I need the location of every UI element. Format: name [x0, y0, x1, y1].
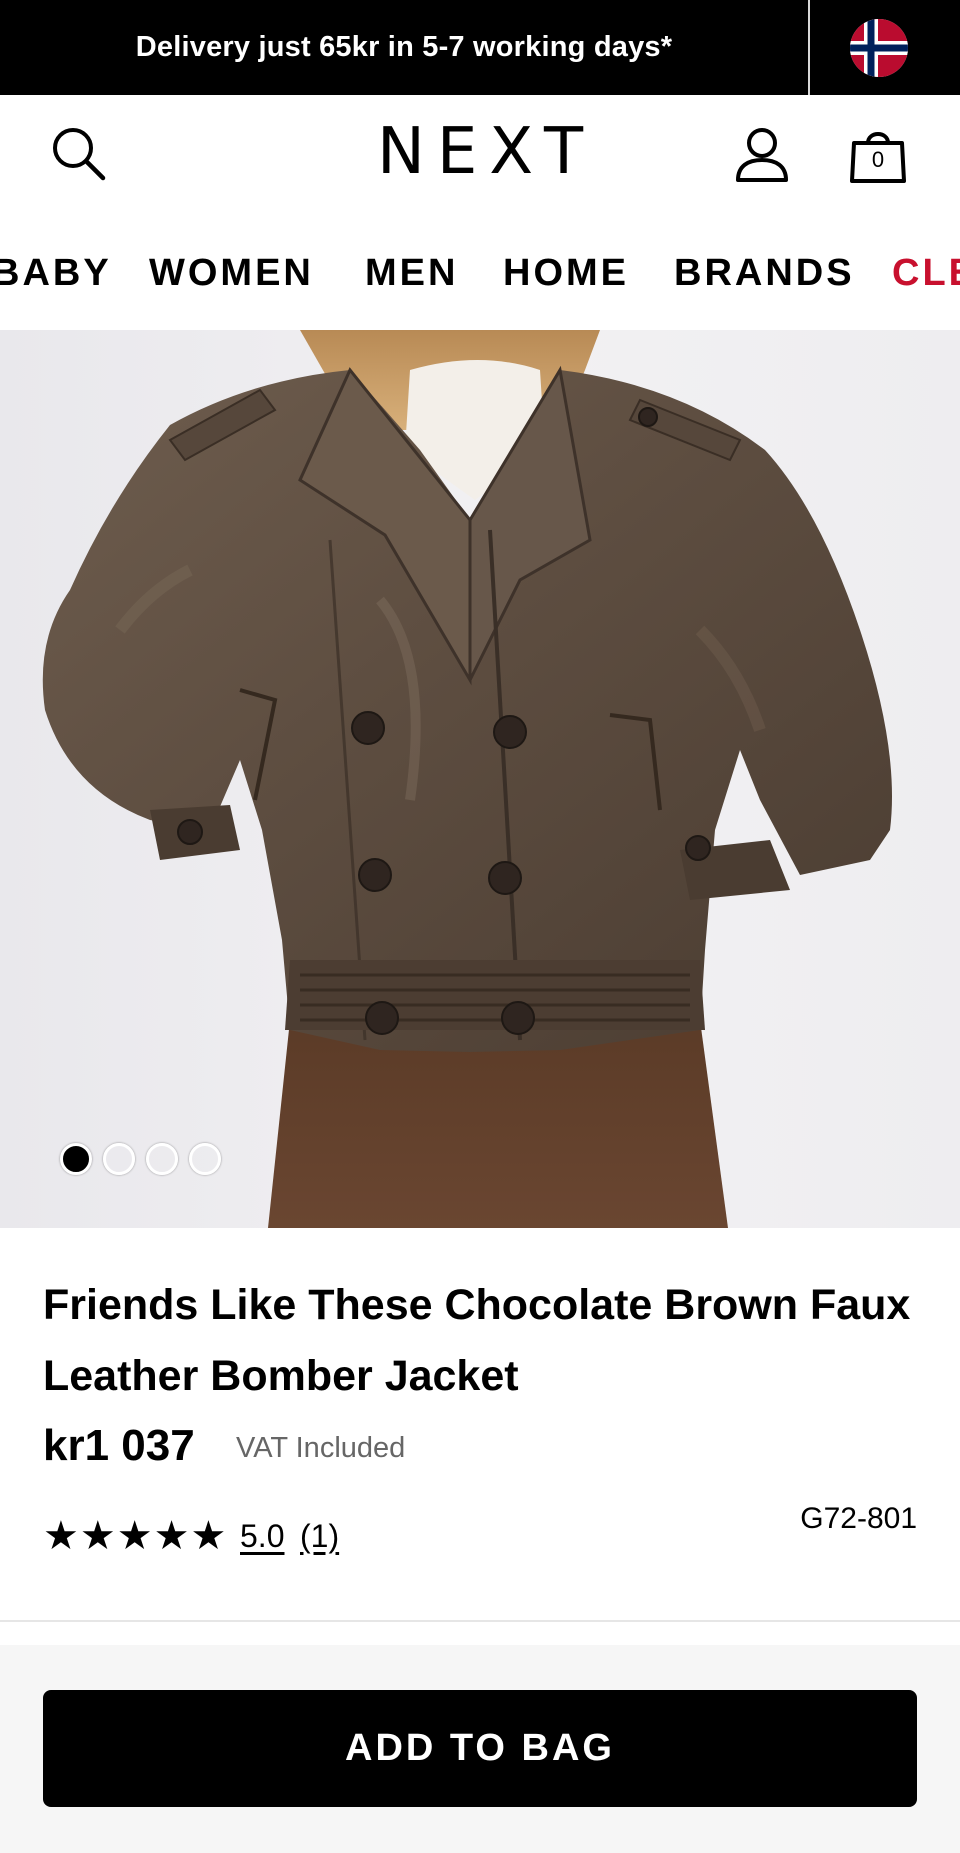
rating-stars[interactable]: ★ ★ ★ ★ ★ — [43, 1516, 226, 1556]
star-icon: ★ — [153, 1514, 190, 1558]
shopping-bag-icon[interactable]: 0 — [846, 123, 910, 187]
star-icon: ★ — [43, 1514, 79, 1558]
nav-item-home[interactable]: HOME — [503, 248, 629, 298]
nav-item-brands[interactable]: BRANDS — [674, 248, 855, 298]
add-to-bag-button[interactable]: ADD TO BAG — [43, 1690, 917, 1807]
product-price: kr1 037 — [43, 1421, 195, 1470]
gallery-dot-1[interactable] — [60, 1143, 92, 1175]
account-icon[interactable] — [730, 123, 794, 187]
section-divider — [0, 1620, 960, 1622]
vat-note: VAT Included — [236, 1432, 406, 1464]
review-count-link[interactable]: (1) — [300, 1518, 339, 1555]
gallery-dot-3[interactable] — [146, 1143, 178, 1175]
nav-item-women[interactable]: WOMEN — [149, 248, 314, 298]
gallery-dot-4[interactable] — [189, 1143, 221, 1175]
product-title: Friends Like These Chocolate Brown Faux … — [43, 1281, 911, 1400]
product-image[interactable] — [0, 330, 960, 1228]
gallery-pagination — [60, 1143, 221, 1177]
star-icon: ★ — [190, 1514, 227, 1558]
star-icon: ★ — [116, 1514, 153, 1558]
item-code: G72-801 — [800, 1502, 917, 1535]
next-logo[interactable]: NEXT — [0, 115, 960, 189]
norway-flag-icon[interactable] — [850, 19, 908, 77]
nav-item-men[interactable]: MEN — [365, 248, 458, 298]
site-header: NEXT 0 — [0, 95, 960, 213]
star-icon: ★ — [79, 1514, 116, 1558]
bag-count: 0 — [871, 147, 885, 172]
gallery-dot-2[interactable] — [103, 1143, 135, 1175]
rating-value-link[interactable]: 5.0 — [240, 1518, 284, 1555]
delivery-message[interactable]: Delivery just 65kr in 5-7 working days* — [0, 0, 808, 95]
category-nav: BABY WOMEN MEN HOME BRANDS CLE — [0, 213, 960, 330]
delivery-banner: Delivery just 65kr in 5-7 working days* — [0, 0, 960, 95]
banner-divider — [808, 0, 810, 95]
nav-item-clearance[interactable]: CLE — [892, 248, 960, 298]
sticky-cta-bar: ADD TO BAG — [0, 1645, 960, 1853]
nav-item-baby[interactable]: BABY — [0, 248, 112, 298]
